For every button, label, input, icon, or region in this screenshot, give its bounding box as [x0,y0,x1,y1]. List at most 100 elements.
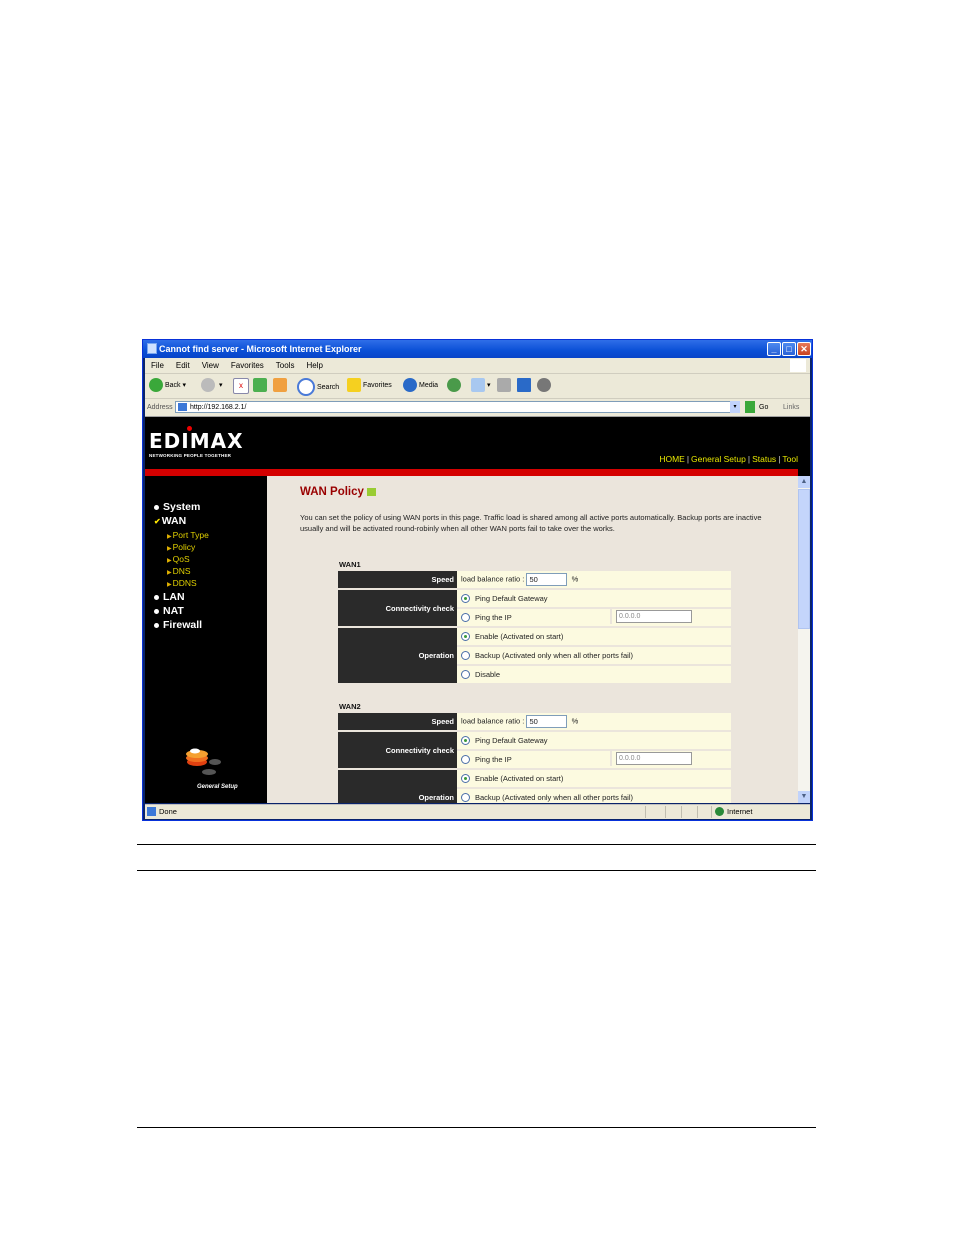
speed-label: Speed [338,713,457,730]
scroll-up-icon[interactable]: ▲ [798,476,810,488]
address-input[interactable]: http://192.168.2.1/ [175,401,740,413]
go-arrow-icon[interactable] [745,401,755,413]
print-icon [497,378,511,393]
ie-page-icon [147,343,157,354]
home-button[interactable] [273,378,289,394]
menu-bar: File Edit View Favorites Tools Help [145,358,810,374]
divider-line [137,870,816,871]
bullet-icon [154,608,159,614]
ping-ip-option[interactable]: Ping the IP 0.0.0.0 [457,749,731,768]
browser-window: Cannot find server - Microsoft Internet … [142,339,813,821]
menu-help[interactable]: Help [306,361,322,370]
stop-icon: x [233,378,249,394]
wan2-ping-gateway-radio[interactable] [461,736,470,746]
stop-button[interactable]: x [233,378,251,394]
mail-button[interactable]: ▾ [471,378,491,394]
table-row: Operation Enable (Activated on start) [338,770,731,803]
wan2-ping-ip-input[interactable]: 0.0.0.0 [616,751,692,765]
logo-tagline: NETWORKING PEOPLE TOGETHER [149,453,232,458]
sidebar-sub-qos[interactable]: ▶QoS [167,554,190,564]
ie-page-icon [147,807,156,816]
wan1-ping-ip-input[interactable]: 0.0.0.0 [616,609,692,623]
windows-logo-icon [790,359,806,372]
messenger-button[interactable] [537,378,553,394]
sidebar-item-firewall[interactable]: Firewall [154,619,202,631]
wan2-enable-radio[interactable] [461,774,470,784]
sidebar-item-nat[interactable]: NAT [154,605,184,617]
wan2-ratio-input[interactable]: 50 [526,715,568,728]
ping-ip-option[interactable]: Ping the IP 0.0.0.0 [457,607,731,626]
edimax-logo: EDIMAX [149,426,244,453]
sidebar-sub-port-type[interactable]: ▶Port Type [167,530,209,540]
scroll-down-icon[interactable]: ▼ [798,791,810,803]
vertical-scrollbar[interactable]: ▲ ▼ [798,476,810,803]
back-button[interactable]: Back ▾ [149,378,186,394]
minimize-button[interactable]: _ [767,342,781,356]
address-dropdown-icon[interactable]: ▾ [730,401,740,413]
refresh-button[interactable] [253,378,269,394]
page-icon [178,403,187,411]
backup-option[interactable]: Backup (Activated only when all other po… [457,789,731,803]
nav-status[interactable]: Status [752,454,776,464]
nav-general-setup[interactable]: General Setup [691,454,746,464]
enable-option[interactable]: Enable (Activated on start) [457,628,731,645]
sidebar-item-wan[interactable]: ✔WAN [154,515,186,527]
menu-view[interactable]: View [202,361,219,370]
table-row: Connectivity check Ping Default Gateway [338,590,731,626]
wan1-disable-radio[interactable] [461,670,470,680]
media-button[interactable]: Media [403,378,438,394]
speed-cell: load balance ratio : 50 % [457,713,731,730]
wan1-backup-radio[interactable] [461,651,470,661]
wan2-ping-ip-radio[interactable] [461,755,470,765]
favorites-button[interactable]: Favorites [347,378,392,394]
maximize-button[interactable]: □ [782,342,796,356]
ping-gateway-option[interactable]: Ping Default Gateway [457,732,731,749]
scroll-thumb[interactable] [798,489,810,629]
back-arrow-icon [149,378,163,393]
help-icon[interactable] [366,487,376,496]
nav-tool[interactable]: Tool [782,454,798,464]
menu-tools[interactable]: Tools [276,361,295,370]
sidebar-item-lan[interactable]: LAN [154,591,185,603]
page-description: You can set the policy of using WAN port… [300,513,762,533]
title-bar: Cannot find server - Microsoft Internet … [143,340,812,358]
menu-file[interactable]: File [151,361,164,370]
router-banner: EDIMAX NETWORKING PEOPLE TOGETHER HOME | G… [145,417,798,469]
close-button[interactable]: ✕ [797,342,811,356]
history-button[interactable] [447,378,463,394]
page-title: WAN Policy [300,486,376,498]
edit-button[interactable] [517,378,533,394]
page-viewport: EDIMAX NETWORKING PEOPLE TOGETHER HOME | G… [145,417,810,803]
general-setup-label: General Setup [197,784,238,790]
sidebar-sub-dns[interactable]: ▶DNS [167,566,191,576]
forward-button[interactable]: ▾ [201,378,222,394]
disable-option[interactable]: Disable [457,666,731,683]
print-button[interactable] [497,378,513,394]
sidebar-sub-ddns[interactable]: ▶DDNS [167,578,197,588]
nav-home[interactable]: HOME [659,454,685,464]
star-icon [347,378,361,393]
go-button[interactable]: Go [759,399,768,416]
wan2-backup-radio[interactable] [461,793,470,803]
wan1-ratio-input[interactable]: 50 [526,573,568,586]
search-button[interactable]: Search [297,378,339,396]
wan1-heading: WAN1 [339,560,361,569]
forward-arrow-icon [201,378,215,393]
arrow-right-icon: ▶ [167,570,172,576]
menu-edit[interactable]: Edit [176,361,190,370]
connectivity-label: Connectivity check [338,732,457,768]
backup-option[interactable]: Backup (Activated only when all other po… [457,647,731,664]
sidebar-sub-policy[interactable]: ▶Policy [167,542,195,552]
enable-option[interactable]: Enable (Activated on start) [457,770,731,787]
wan1-enable-radio[interactable] [461,632,470,642]
edit-icon [517,378,531,393]
ping-gateway-option[interactable]: Ping Default Gateway [457,590,731,607]
wan1-ping-ip-radio[interactable] [461,613,470,623]
links-button[interactable]: Links [783,399,799,416]
sidebar-item-system[interactable]: System [154,501,200,513]
general-setup-mascot-icon [186,748,221,775]
refresh-icon [253,378,267,393]
wan1-ping-gateway-radio[interactable] [461,594,470,604]
table-row: Operation Enable (Activated on start) [338,628,731,683]
menu-favorites[interactable]: Favorites [231,361,264,370]
